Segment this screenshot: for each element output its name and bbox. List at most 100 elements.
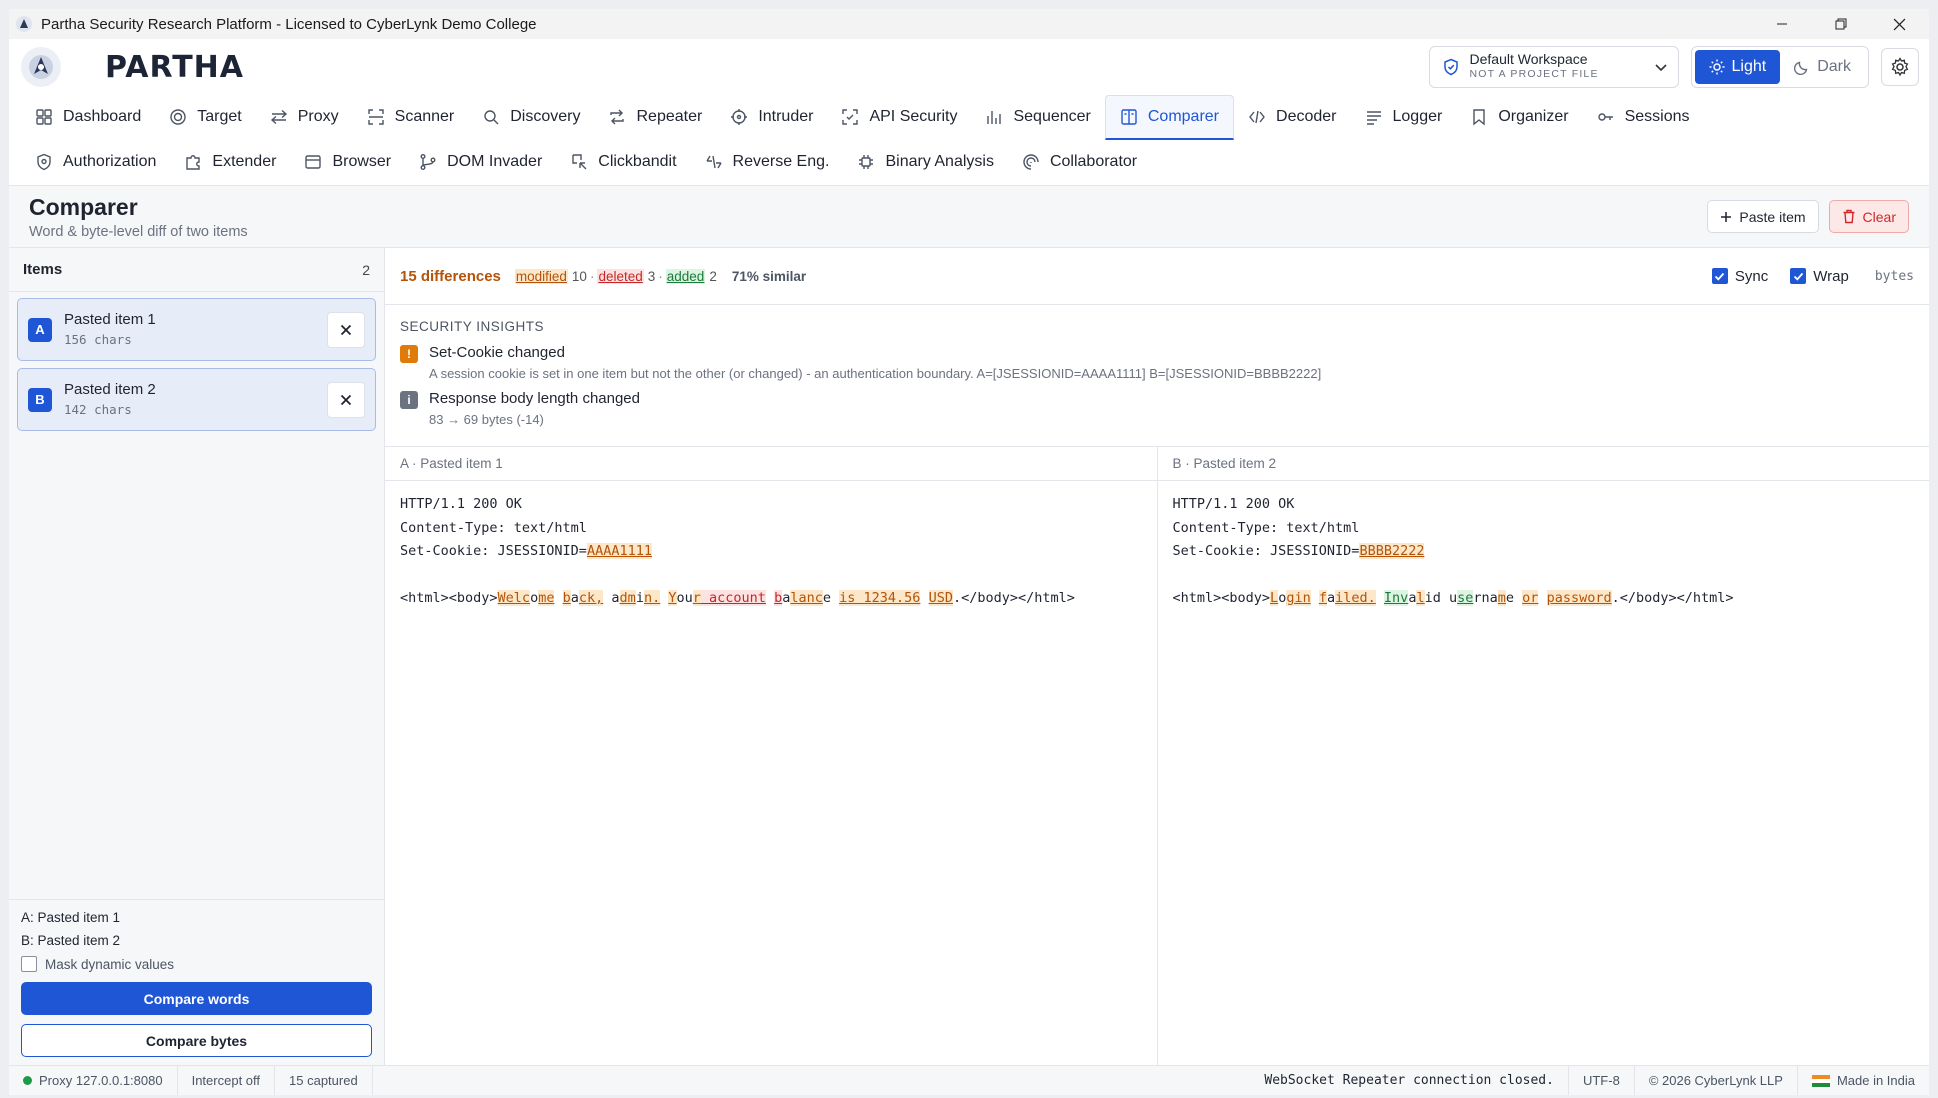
- clear-button[interactable]: Clear: [1828, 200, 1909, 233]
- diff-line: Set-Cookie: JSESSIONID=AAAA1111: [400, 540, 1142, 564]
- target-icon: [170, 108, 186, 125]
- deleted-tag: deleted: [597, 268, 644, 284]
- bar-chart-icon: [987, 110, 1002, 124]
- tab-reverse-eng[interactable]: Reverse Eng.: [691, 140, 844, 185]
- tab-browser[interactable]: Browser: [290, 140, 405, 185]
- theme-dark-button[interactable]: Dark: [1780, 50, 1865, 84]
- diff-modified: l: [1416, 590, 1425, 606]
- tab-label: Authorization: [63, 152, 157, 170]
- tab-row-primary: Dashboard Target Proxy Scanner Discovery Repe…: [21, 95, 1917, 140]
- tab-sessions[interactable]: Sessions: [1583, 95, 1704, 140]
- diff-modified: L: [1270, 590, 1279, 606]
- proxy-status: Proxy 127.0.0.1:8080: [9, 1066, 178, 1095]
- status-bar: Proxy 127.0.0.1:8080 Intercept off 15 ca…: [9, 1065, 1929, 1095]
- tab-extender[interactable]: Extender: [170, 140, 290, 185]
- branch-icon: [420, 153, 436, 170]
- diff-modified: f: [1318, 590, 1327, 606]
- tab-clickbandit[interactable]: Clickbandit: [556, 140, 690, 185]
- legend-b: B: Pasted item 2: [21, 933, 121, 948]
- tab-target[interactable]: Target: [155, 95, 255, 140]
- tab-comparer[interactable]: Comparer: [1104, 95, 1235, 140]
- diff-modified: gin: [1286, 590, 1311, 606]
- settings-button[interactable]: [1881, 48, 1919, 86]
- tab-organizer[interactable]: Organizer: [1456, 95, 1582, 140]
- radar-icon: [1023, 153, 1039, 170]
- compare-bytes-button[interactable]: Compare bytes: [21, 1024, 372, 1057]
- tab-api-security[interactable]: API Security: [827, 95, 971, 140]
- diff-text: Set-Cookie: JSESSIONID=: [1172, 543, 1360, 559]
- diff-line: [400, 564, 1142, 588]
- made-in-label: Made in India: [1836, 1073, 1915, 1088]
- tab-label: Intruder: [758, 107, 814, 125]
- item-badge: A: [28, 317, 52, 342]
- tab-repeater[interactable]: Repeater: [594, 95, 716, 140]
- tab-logger[interactable]: Logger: [1351, 95, 1457, 140]
- proxy-address: Proxy 127.0.0.1:8080: [39, 1073, 163, 1088]
- tab-binary-analysis[interactable]: Binary Analysis: [843, 140, 1008, 185]
- tab-dom-invader[interactable]: DOM Invader: [405, 140, 556, 185]
- tab-sequencer[interactable]: Sequencer: [971, 95, 1104, 140]
- theme-light-button[interactable]: Light: [1694, 50, 1781, 84]
- tab-proxy[interactable]: Proxy: [256, 95, 353, 140]
- tab-scanner[interactable]: Scanner: [353, 95, 469, 140]
- diff-text: .</body></html>: [952, 590, 1075, 606]
- workspace-selector[interactable]: Default Workspace NOT A PROJECT FILE: [1428, 46, 1679, 88]
- sync-label: Sync: [1734, 267, 1769, 285]
- trash-icon: [1843, 209, 1855, 224]
- paste-item-button[interactable]: Paste item: [1707, 200, 1819, 233]
- added-tag: added: [665, 268, 706, 284]
- diff-modified: iled.: [1335, 590, 1376, 606]
- diff-text: Content-Type: text/html: [400, 519, 587, 536]
- pane-a-text[interactable]: HTTP/1.1 200 OK Content-Type: text/html Se…: [385, 481, 1157, 623]
- tab-dashboard[interactable]: Dashboard: [21, 95, 155, 140]
- sync-checkbox[interactable]: [1711, 268, 1728, 284]
- mask-dynamic-toggle[interactable]: Mask dynamic values: [21, 956, 372, 972]
- bytes-mode-button[interactable]: bytes: [1875, 269, 1914, 284]
- theme-toggle: Light Dark: [1690, 46, 1869, 88]
- compare-words-button[interactable]: Compare words: [21, 982, 372, 1015]
- items-sidebar: Items 2 A Pasted item 1 156 chars B Past…: [9, 248, 385, 1065]
- diff-modified: password: [1546, 590, 1612, 606]
- close-window-button[interactable]: [1870, 9, 1929, 39]
- pane-b: B · Pasted item 2 HTTP/1.1 200 OK Content…: [1156, 447, 1930, 1065]
- mask-dynamic-label: Mask dynamic values: [45, 956, 175, 972]
- wrap-toggle[interactable]: Wrap: [1790, 268, 1849, 285]
- wrap-checkbox[interactable]: [1790, 268, 1807, 284]
- diff-line: [1173, 564, 1915, 588]
- list-item[interactable]: B Pasted item 2 142 chars: [17, 368, 376, 431]
- list-item[interactable]: A Pasted item 1 156 chars: [17, 298, 376, 361]
- india-flag-icon: [1811, 1074, 1830, 1087]
- tab-collaborator[interactable]: Collaborator: [1008, 140, 1151, 185]
- workspace-subtitle: NOT A PROJECT FILE: [1469, 68, 1599, 80]
- diff-text: ou: [676, 590, 693, 606]
- tab-decoder[interactable]: Decoder: [1234, 95, 1350, 140]
- moon-icon: [1794, 61, 1808, 75]
- module-tabs: Dashboard Target Proxy Scanner Discovery Repe…: [9, 95, 1929, 186]
- remove-item-button[interactable]: [327, 381, 365, 418]
- tab-authorization[interactable]: Authorization: [21, 140, 170, 185]
- minimize-button[interactable]: [1752, 9, 1811, 39]
- tab-label: Extender: [212, 152, 277, 170]
- wrap-label: Wrap: [1813, 267, 1849, 285]
- diff-text: id u: [1424, 590, 1458, 606]
- tab-label: DOM Invader: [447, 152, 543, 170]
- diff-content: 15 differences modified 10 · deleted 3 ·…: [385, 248, 1929, 1065]
- diff-text: [766, 590, 774, 606]
- diff-line: Content-Type: text/html: [1173, 517, 1915, 541]
- list-icon: [1366, 110, 1381, 125]
- tab-discovery[interactable]: Discovery: [468, 95, 594, 140]
- mask-dynamic-checkbox[interactable]: [21, 956, 37, 972]
- tab-intruder[interactable]: Intruder: [716, 95, 827, 140]
- app-header: PARTHA Default Workspace NOT A PROJECT F…: [9, 39, 1929, 95]
- diff-text: e: [822, 590, 840, 606]
- pane-b-text[interactable]: HTTP/1.1 200 OK Content-Type: text/html Se…: [1158, 481, 1930, 623]
- diff-text: i: [635, 590, 644, 606]
- sync-toggle[interactable]: Sync: [1711, 267, 1769, 285]
- restore-button[interactable]: [1811, 9, 1870, 39]
- diff-modified: Y: [668, 590, 677, 606]
- check-icon: [1793, 272, 1803, 281]
- brand-logo: PARTHA: [105, 49, 244, 85]
- remove-item-button[interactable]: [327, 311, 365, 348]
- info-icon: i: [400, 391, 418, 409]
- restore-icon: [1835, 18, 1846, 30]
